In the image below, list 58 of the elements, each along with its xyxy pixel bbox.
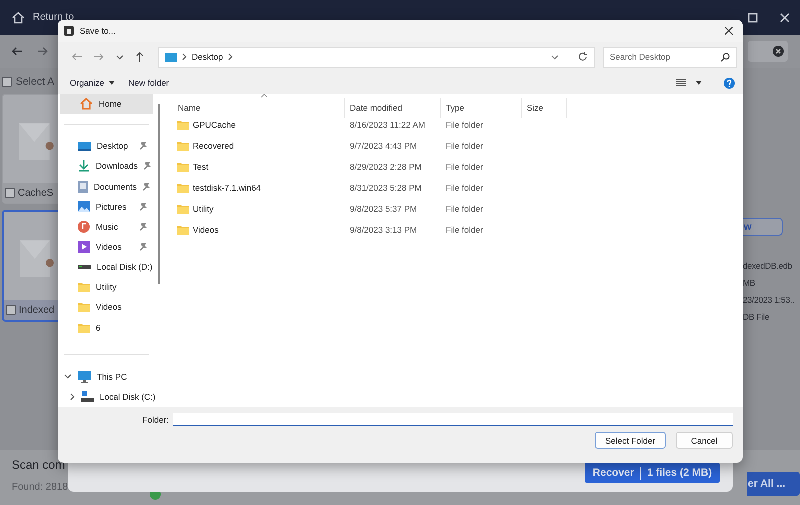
date-cell-text: 9/8/2023 3:13 PM xyxy=(349,224,418,234)
nav-item[interactable]: Desktop xyxy=(58,136,155,156)
file-name-cell: Videos xyxy=(193,224,219,234)
column-header[interactable]: Size xyxy=(522,98,567,118)
date-cell-text: 8/29/2023 2:28 PM xyxy=(349,162,423,172)
file-name: Indexed xyxy=(19,304,55,316)
column-header[interactable]: Name xyxy=(173,98,345,118)
column-header[interactable]: Type xyxy=(441,98,522,118)
organize-menu[interactable]: Organize xyxy=(68,76,116,90)
type-cell-text: File folder xyxy=(445,224,484,234)
detail-text: dexedDB.edb xyxy=(743,261,794,271)
type-cell-text: File folder xyxy=(445,120,484,130)
date-cell-text: 8/31/2023 5:28 PM xyxy=(349,182,423,192)
select-all-label: Select A xyxy=(16,76,55,88)
file-card[interactable]: CacheS xyxy=(2,94,58,204)
folder-label: Folder: xyxy=(142,414,169,424)
nav-item[interactable]: Pictures xyxy=(58,196,155,217)
nav-item[interactable]: Local Disk (D:) xyxy=(58,257,155,278)
tree-item[interactable]: This PC xyxy=(58,366,155,387)
type-cell-text: File folder xyxy=(445,140,484,150)
dialog-title: Save to... xyxy=(80,26,116,36)
file-name: CacheS xyxy=(18,188,54,198)
select-folder-button[interactable]: Select Folder xyxy=(595,432,666,449)
found-count: Found: 2818 xyxy=(12,482,68,493)
date-cell-text: 8/16/2023 11:22 AM xyxy=(349,120,426,130)
file-name-cell: Recovered xyxy=(193,140,234,150)
date-cell-text: 9/7/2023 4:43 PM xyxy=(349,140,418,150)
nav-item[interactable]: Utility xyxy=(58,277,155,298)
scan-status: Scan com xyxy=(12,458,66,472)
file-card[interactable]: Indexed xyxy=(2,210,58,322)
type-cell-text: File folder xyxy=(445,204,484,214)
back-link[interactable]: Return to xyxy=(33,12,74,23)
recover-button[interactable]: Recover 1 files (2 MB) xyxy=(585,463,720,483)
tree-item[interactable]: Local Disk (C:) xyxy=(58,386,155,407)
address-bar[interactable]: Desktop xyxy=(158,46,595,68)
date-cell-text: 9/8/2023 5:37 PM xyxy=(349,204,418,214)
type-cell-text: File folder xyxy=(445,182,484,192)
file-name-cell: Utility xyxy=(193,204,214,214)
type-cell-text: File folder xyxy=(445,162,484,172)
detail-text: 23/2023 1:53.. xyxy=(743,295,796,305)
cancel-button[interactable]: Cancel xyxy=(676,432,733,449)
column-header[interactable]: Date modified xyxy=(345,98,441,118)
nav-item[interactable]: Videos xyxy=(58,236,155,258)
breadcrumb-item[interactable]: Desktop xyxy=(192,52,224,62)
nav-item[interactable]: Music xyxy=(58,216,155,237)
search-field[interactable]: Search Desktop xyxy=(603,46,737,68)
nav-item[interactable]: Documents xyxy=(58,176,155,197)
nav-item[interactable]: Videos xyxy=(58,297,155,318)
file-name-cell: GPUCache xyxy=(193,120,236,130)
detail-text: MB xyxy=(743,278,756,288)
new-folder-button[interactable]: New folder xyxy=(126,76,172,90)
detail-text: DB File xyxy=(743,312,770,322)
nav-item[interactable]: Downloads xyxy=(58,156,155,176)
file-name-cell: testdisk-7.1.win64 xyxy=(193,182,262,192)
recover-all-button[interactable]: er All ... xyxy=(747,472,800,496)
nav-item[interactable]: Home xyxy=(60,94,153,114)
file-name-cell: Test xyxy=(193,162,209,172)
nav-item[interactable]: 6 xyxy=(58,318,155,338)
